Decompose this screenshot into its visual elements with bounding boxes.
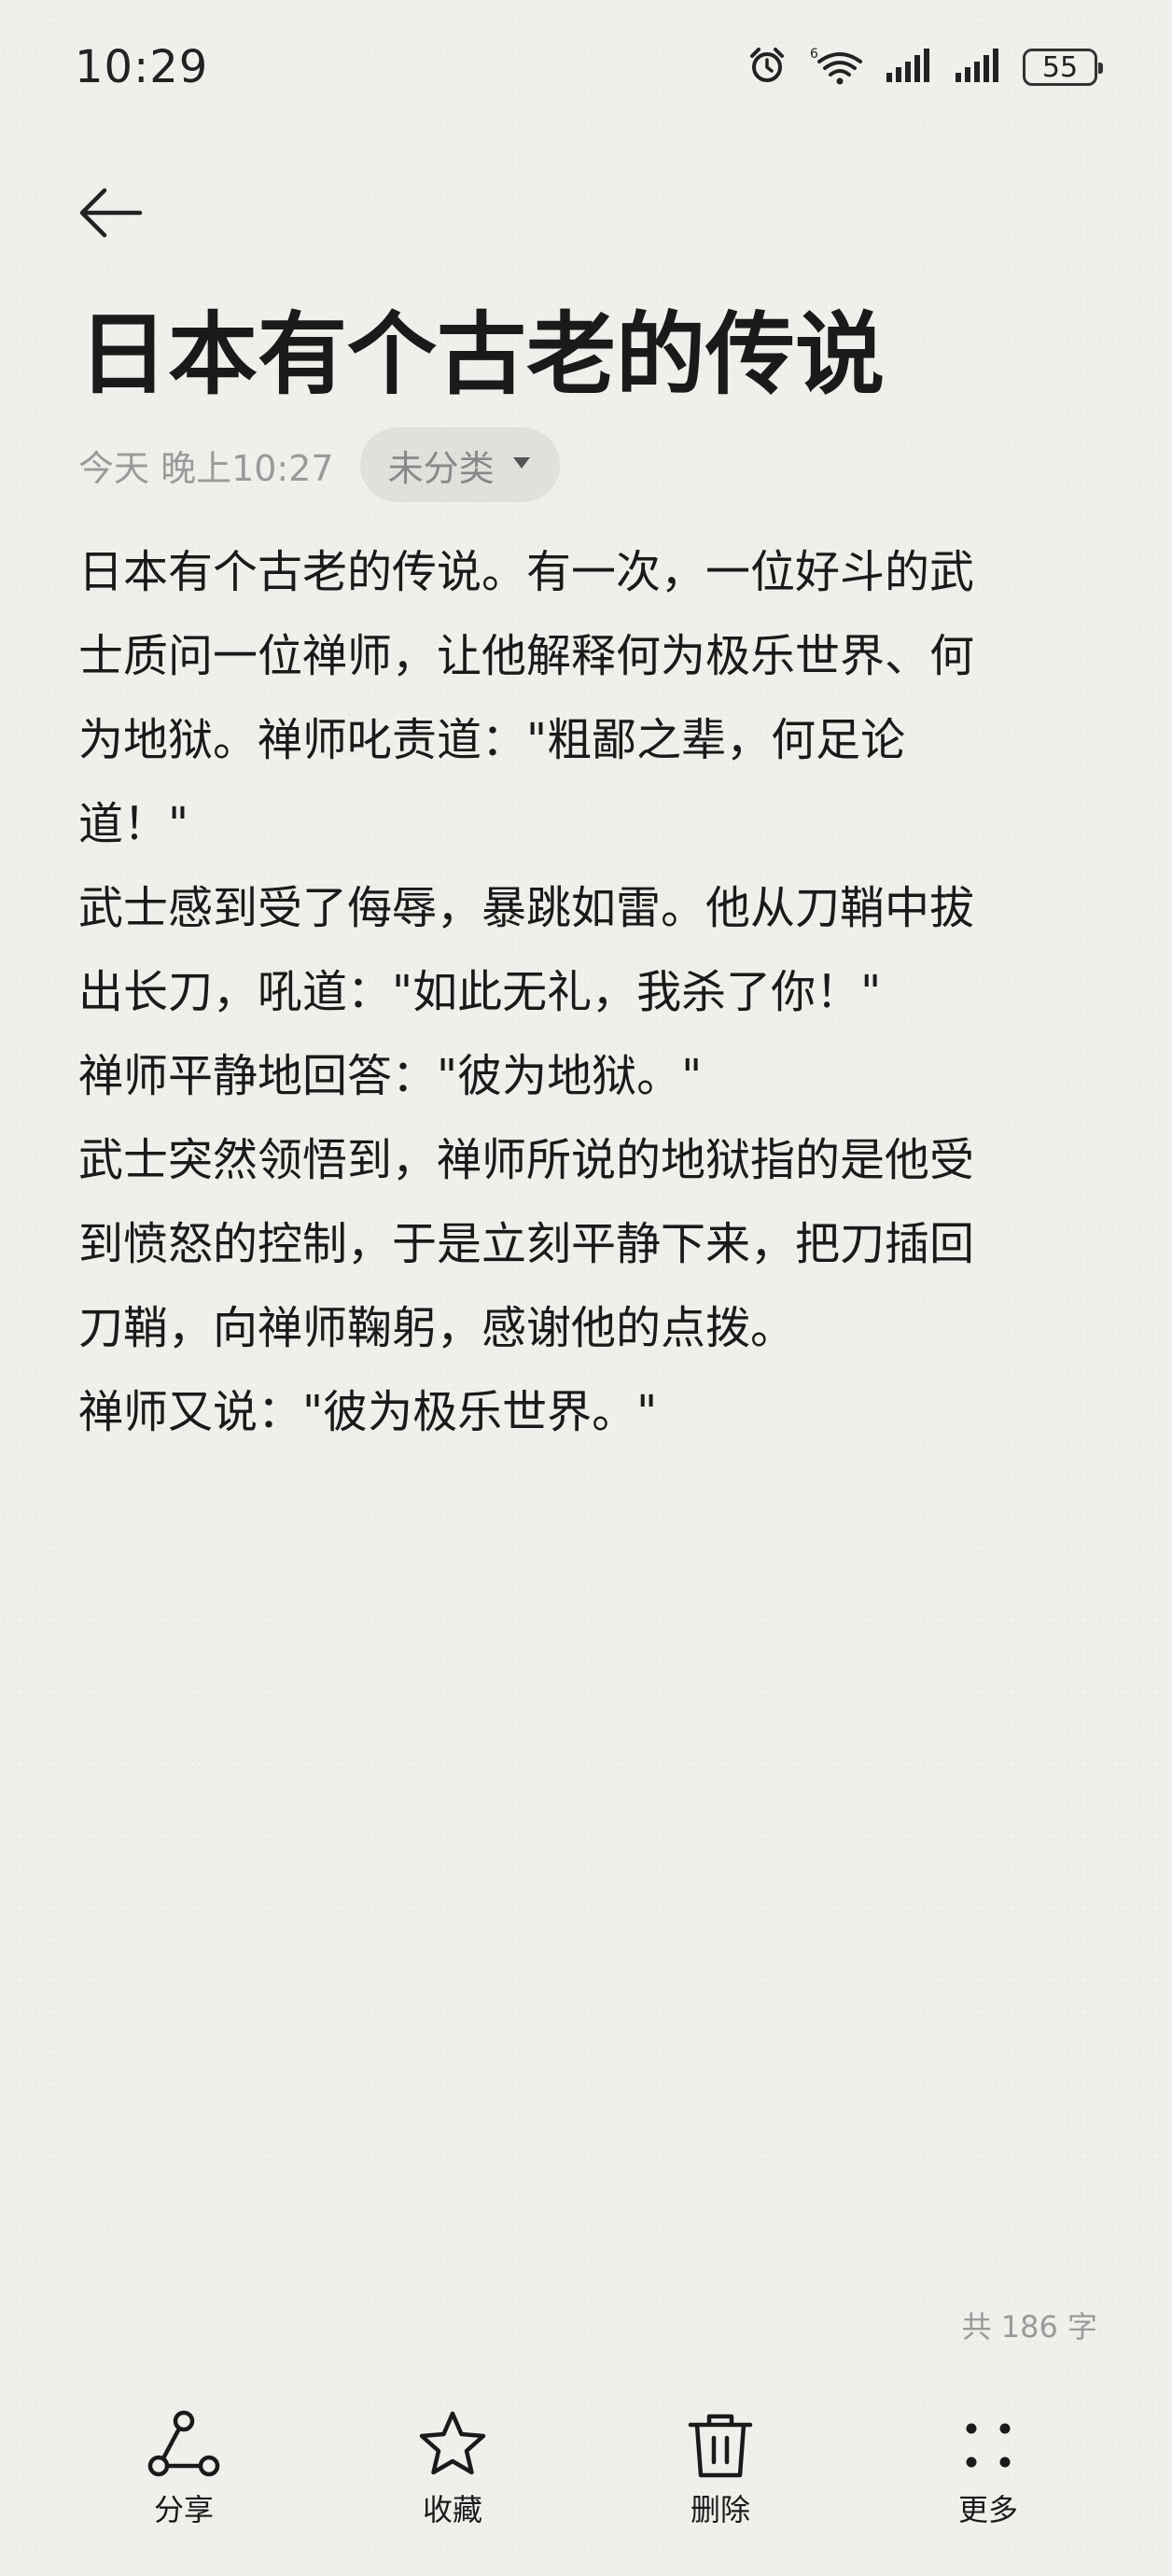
status-bar: 10:29 6 55 (0, 0, 1172, 140)
svg-text:6: 6 (810, 47, 818, 62)
note-meta: 今天 晚上10:27 未分类 (78, 427, 560, 502)
share-button[interactable]: 分享 (109, 2408, 258, 2557)
word-count: 共 186 字 (961, 2309, 1097, 2345)
battery-icon: 55 (1023, 49, 1103, 86)
note-line: 刀鞘，向禅师鞠躬，感谢他的点拨。 (78, 1302, 796, 1354)
back-arrow-icon (77, 183, 144, 246)
more-label: 更多 (957, 2492, 1018, 2527)
status-icons: 6 55 (746, 41, 1103, 93)
delete-label: 删除 (690, 2492, 750, 2527)
back-button[interactable] (77, 177, 151, 252)
signal-icon (885, 47, 933, 88)
battery-level: 55 (1041, 50, 1079, 84)
favorite-button[interactable]: 收藏 (378, 2408, 527, 2557)
alarm-icon (746, 45, 788, 90)
chevron-down-icon (511, 455, 532, 474)
share-label: 分享 (153, 2492, 214, 2527)
status-time: 10:29 (75, 41, 209, 93)
delete-button[interactable]: 删除 (646, 2408, 795, 2557)
bottom-toolbar: 分享 收藏 删除 更多 (0, 2408, 1172, 2557)
note-line: 武士感到受了侮辱，暴跳如雷。他从刀鞘中拔 (78, 882, 975, 934)
more-button[interactable]: 更多 (914, 2408, 1063, 2557)
star-icon (415, 2408, 490, 2483)
note-line: 道！" (78, 798, 189, 850)
note-body[interactable]: 日本有个古老的传说。有一次，一位好斗的武 士质问一位禅师，让他解释何为极乐世界、… (78, 530, 1095, 1454)
more-icon (951, 2408, 1026, 2483)
trash-icon (683, 2408, 758, 2483)
note-line: 禅师平静地回答："彼为地狱。" (78, 1050, 703, 1102)
category-label: 未分类 (387, 447, 495, 489)
note-line: 出长刀，吼道："如此无礼，我杀了你！" (78, 966, 882, 1018)
note-line: 为地狱。禅师叱责道："粗鄙之辈，何足论 (78, 714, 906, 766)
note-line: 禅师又说："彼为极乐世界。" (78, 1386, 658, 1438)
category-selector[interactable]: 未分类 (359, 427, 560, 502)
favorite-label: 收藏 (422, 2492, 482, 2527)
share-icon (146, 2408, 221, 2483)
note-line: 武士突然领悟到，禅师所说的地狱指的是他受 (78, 1134, 975, 1186)
signal-icon-2 (954, 47, 1002, 88)
wifi-icon: 6 (808, 45, 864, 90)
note-title[interactable]: 日本有个古老的传说 (78, 299, 885, 411)
note-line: 日本有个古老的传说。有一次，一位好斗的武 (78, 546, 975, 598)
note-line: 到愤怒的控制，于是立刻平静下来，把刀插回 (78, 1218, 975, 1270)
note-date: 今天 晚上10:27 (78, 447, 334, 489)
note-line: 士质问一位禅师，让他解释何为极乐世界、何 (78, 630, 975, 682)
